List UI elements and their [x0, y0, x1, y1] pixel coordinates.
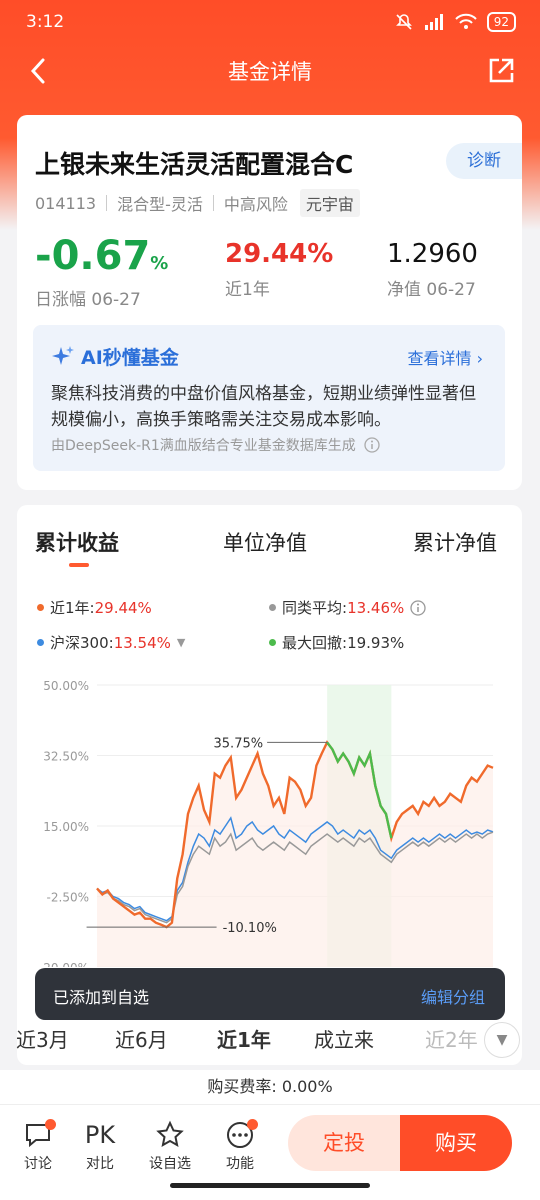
nav-value: 1.2960 净值 06-27: [387, 239, 478, 300]
status-time: 3:12: [26, 12, 65, 32]
tab-cumulative-nav[interactable]: 累计净值: [413, 527, 497, 557]
purchase-fee: 购买费率: 0.00%: [0, 1070, 540, 1104]
status-icons: 92: [395, 12, 516, 32]
ai-source: 由DeepSeek-R1满血版结合专业基金数据库生成: [51, 435, 380, 455]
fund-type: 混合型-灵活: [117, 195, 203, 214]
ai-title-text: AI秒懂基金: [81, 347, 179, 369]
buy-button[interactable]: 购买: [400, 1115, 512, 1171]
chevron-right-icon: ›: [476, 349, 483, 368]
sparkle-icon: [52, 345, 74, 365]
nav-value-number: 1.2960: [387, 239, 478, 269]
fund-summary-card: 上银未来生活灵活配置混合C 诊断 014113 混合型-灵活 中高风险 元宇宙 …: [17, 115, 522, 490]
period-2y[interactable]: 近2年: [425, 1024, 478, 1053]
watch-label: 设自选: [149, 1156, 191, 1172]
ai-summary-text: 聚焦科技消费的中盘价值风格基金，短期业绩弹性显著但规模偏小，高换手策略需关注交易…: [51, 384, 476, 430]
year-return-value: 29.44%: [225, 239, 334, 269]
wifi-icon: [455, 13, 477, 29]
mute-icon: [395, 14, 412, 30]
chart-tabs: 累计收益 单位净值 累计净值: [35, 527, 505, 577]
legend-value: 13.54%: [113, 633, 171, 652]
discuss-button[interactable]: 讨论: [8, 1117, 68, 1173]
pk-icon: PK: [84, 1121, 116, 1149]
home-indicator: [170, 1183, 370, 1188]
period-since-inception[interactable]: 成立来: [314, 1024, 374, 1053]
toast: 已添加到自选 编辑分组: [35, 968, 505, 1020]
period-6m[interactable]: 近6月: [115, 1024, 168, 1053]
y-tick-label: 15.00%: [43, 820, 89, 834]
fund-risk: 中高风险: [223, 195, 288, 214]
period-1y[interactable]: 近1年: [193, 1020, 295, 1057]
legend-label: 同类平均:: [282, 599, 348, 617]
divider: [106, 195, 108, 211]
fund-theme-tag[interactable]: 元宇宙: [299, 189, 360, 217]
toast-message: 已添加到自选: [53, 988, 150, 1007]
legend-dot: [37, 639, 44, 646]
fund-area: [97, 742, 493, 967]
ai-more-link[interactable]: 查看详情 ›: [407, 345, 483, 369]
ai-summary-box[interactable]: AI秒懂基金 查看详情 › 聚焦科技消费的中盘价值风格基金，短期业绩弹性显著但规…: [33, 325, 505, 471]
period-selector: 近3月 近6月 近1年 成立来 近2年 ▼: [0, 1018, 540, 1062]
signal-icon: [424, 14, 443, 30]
share-icon[interactable]: [486, 56, 516, 86]
y-tick-label: -20.00%: [39, 961, 89, 967]
year-return-label: 近1年: [225, 280, 270, 300]
more-periods-icon[interactable]: ▼: [484, 1022, 520, 1058]
ai-title: AI秒懂基金: [51, 343, 179, 370]
legend-value: 19.93%: [347, 633, 405, 652]
legend-label: 沪深300:: [50, 634, 114, 652]
daily-change-value: -0.67: [35, 233, 151, 279]
edit-group-link[interactable]: 编辑分组: [421, 984, 485, 1008]
peak-label: 35.75%: [214, 736, 264, 751]
return-chart[interactable]: 50.00% 32.50% 15.00% -2.50% -20.00% 35.75% -10…: [35, 677, 505, 967]
nav-value-label: 净值 06-27: [387, 280, 476, 300]
legend-value: 29.44%: [94, 598, 152, 617]
fund-code: 014113: [35, 193, 97, 213]
add-watchlist-button[interactable]: 设自选: [140, 1117, 200, 1173]
fund-name: 上银未来生活灵活配置混合C: [35, 150, 354, 179]
dropdown-caret-icon[interactable]: ▼: [177, 636, 185, 649]
y-tick-label: -2.50%: [47, 891, 89, 905]
function-button[interactable]: 功能: [210, 1117, 270, 1173]
daily-change-label: 日涨幅 06-27: [35, 290, 141, 310]
ai-source-text: 由DeepSeek-R1满血版结合专业基金数据库生成: [51, 438, 356, 454]
legend-dot: [269, 639, 276, 646]
tab-indicator: [69, 563, 89, 567]
legend-hs300[interactable]: 沪深300: 13.54% ▼: [37, 632, 185, 653]
info-icon[interactable]: [410, 599, 426, 616]
notification-dot: [45, 1119, 56, 1130]
year-return: 29.44% 近1年: [225, 239, 333, 300]
star-icon: [156, 1120, 184, 1147]
ai-more-text: 查看详情: [407, 349, 472, 368]
status-bar: 3:12 92: [0, 0, 540, 46]
trough-label: -10.10%: [223, 921, 277, 936]
legend-fund: 近1年: 29.44%: [37, 597, 152, 618]
daily-change-unit: %: [150, 253, 169, 274]
nav-bar: 基金详情: [0, 46, 540, 94]
page-title: 基金详情: [228, 60, 312, 84]
diagnose-button[interactable]: 诊断: [446, 143, 522, 179]
notification-dot: [247, 1119, 258, 1130]
legend-dot: [37, 604, 44, 611]
y-tick-label: 50.00%: [43, 679, 89, 693]
legend-dot: [269, 604, 276, 611]
legend-label: 近1年:: [50, 599, 95, 617]
compare-button[interactable]: PK 对比: [70, 1117, 130, 1173]
battery-indicator: 92: [486, 12, 516, 32]
period-3m[interactable]: 近3月: [16, 1024, 69, 1053]
fund-meta: 014113 混合型-灵活 中高风险 元宇宙: [35, 189, 360, 217]
discuss-label: 讨论: [24, 1156, 52, 1172]
tab-cumulative-return[interactable]: 累计收益: [35, 527, 119, 557]
legend-value: 13.46%: [347, 598, 405, 617]
tab-unit-nav[interactable]: 单位净值: [223, 527, 307, 557]
auto-invest-button[interactable]: 定投: [288, 1115, 400, 1171]
function-label: 功能: [226, 1156, 254, 1172]
legend-label: 最大回撤:: [282, 634, 348, 652]
legend-average: 同类平均: 13.46%: [269, 597, 426, 618]
info-icon[interactable]: [364, 437, 380, 453]
daily-change: -0.67% 日涨幅 06-27: [35, 233, 168, 310]
legend-drawdown: 最大回撤: 19.93%: [269, 632, 404, 653]
divider: [212, 195, 214, 211]
y-tick-label: 32.50%: [43, 750, 89, 764]
compare-label: 对比: [86, 1156, 114, 1172]
